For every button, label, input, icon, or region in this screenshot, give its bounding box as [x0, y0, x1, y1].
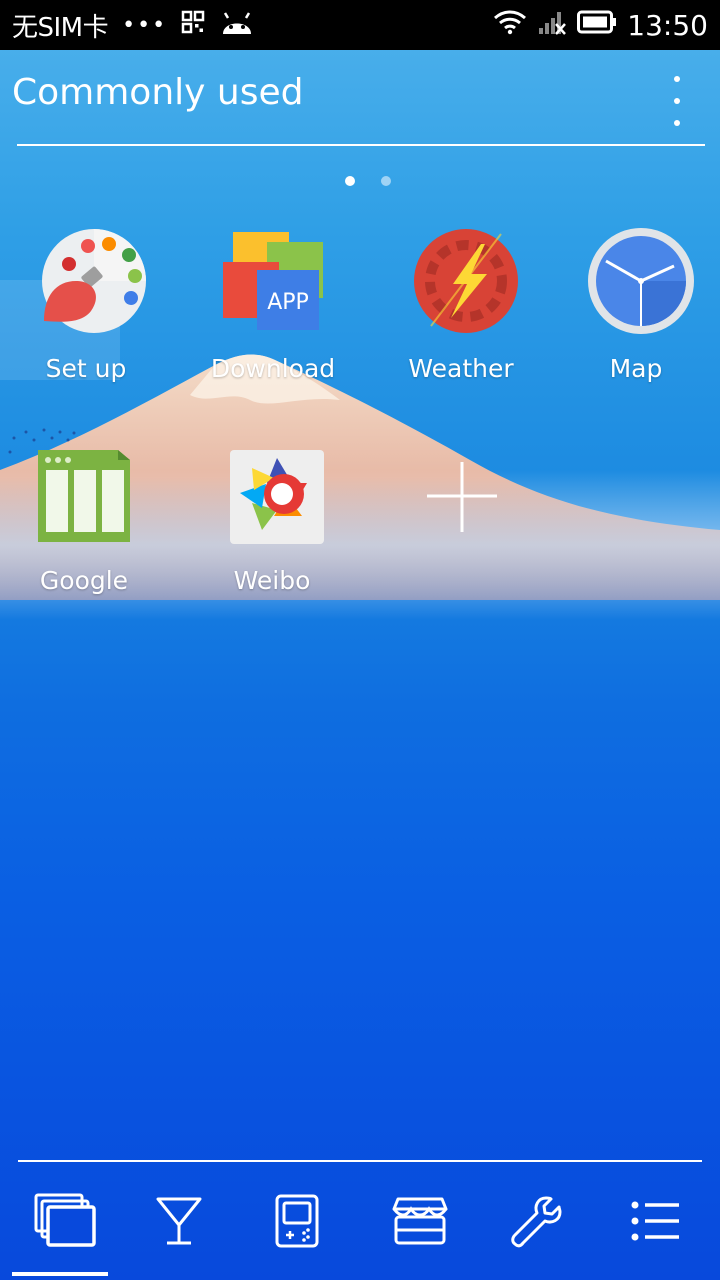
app-map[interactable]: Map — [551, 226, 720, 406]
camera-flower-icon — [222, 438, 332, 548]
wrench-icon — [510, 1194, 564, 1252]
status-bar: 无SIM卡 ••• 13:50 — [0, 0, 720, 50]
app-google[interactable]: Google — [0, 438, 169, 618]
window-columns-icon — [34, 438, 144, 548]
qr-code-icon — [181, 10, 205, 41]
carrier-label: 无SIM卡 — [12, 12, 109, 43]
dock-list[interactable] — [616, 1188, 696, 1258]
page-dot-active[interactable] — [345, 176, 355, 186]
status-right: 13:50 — [493, 0, 708, 50]
list-icon — [631, 1201, 681, 1245]
app-label: Set up — [45, 354, 127, 383]
overflow-dot — [674, 120, 680, 126]
palette-icon — [36, 226, 146, 336]
android-icon — [219, 8, 255, 43]
battery-icon — [577, 10, 617, 41]
app-weather[interactable]: Weather — [376, 226, 546, 406]
status-clock: 13:50 — [627, 8, 708, 42]
header-divider — [17, 144, 705, 146]
app-label: Weather — [408, 354, 514, 383]
wifi-icon — [493, 9, 527, 42]
more-vert-icon[interactable] — [662, 76, 692, 126]
page-title: Commonly used — [12, 72, 304, 113]
plus-icon — [412, 438, 522, 548]
app-label: Google — [39, 566, 129, 595]
storefront-icon — [392, 1195, 448, 1251]
page-indicator — [0, 176, 720, 188]
gameboy-icon — [275, 1194, 319, 1252]
overflow-dot — [674, 98, 680, 104]
dock-store[interactable] — [380, 1188, 460, 1258]
no-signal-icon — [537, 8, 567, 43]
app-store-icon: APP — [223, 226, 333, 336]
bottom-dock — [0, 1170, 720, 1280]
cocktail-glass-icon — [155, 1195, 203, 1251]
lightning-gear-icon — [411, 226, 521, 336]
app-download[interactable]: APP Download — [188, 226, 358, 406]
header: Commonly used — [0, 50, 720, 146]
dock-recent-windows[interactable] — [26, 1188, 106, 1258]
active-tab-indicator — [12, 1272, 108, 1276]
wallpaper-image — [0, 280, 720, 620]
svg-text:APP: APP — [267, 290, 309, 315]
dock-drinks[interactable] — [139, 1188, 219, 1258]
home-screen: 无SIM卡 ••• 13:50 Commonly used Set up APP… — [0, 0, 720, 1280]
clock-icon — [586, 226, 696, 336]
stacked-windows-icon — [34, 1193, 98, 1253]
app-label: Download — [210, 354, 336, 383]
overflow-dot — [674, 76, 680, 82]
app-weibo[interactable]: Weibo — [187, 438, 357, 618]
app-set-up[interactable]: Set up — [1, 226, 171, 406]
dock-tools[interactable] — [497, 1188, 577, 1258]
status-left: 无SIM卡 ••• — [12, 0, 255, 50]
dock-games[interactable] — [257, 1188, 337, 1258]
page-dot-inactive[interactable] — [381, 176, 391, 186]
add-app-tile[interactable] — [377, 438, 547, 618]
dock-divider — [18, 1160, 702, 1162]
notification-dots: ••• — [122, 12, 168, 38]
app-label: Weibo — [233, 566, 311, 595]
app-label: Map — [609, 354, 663, 383]
